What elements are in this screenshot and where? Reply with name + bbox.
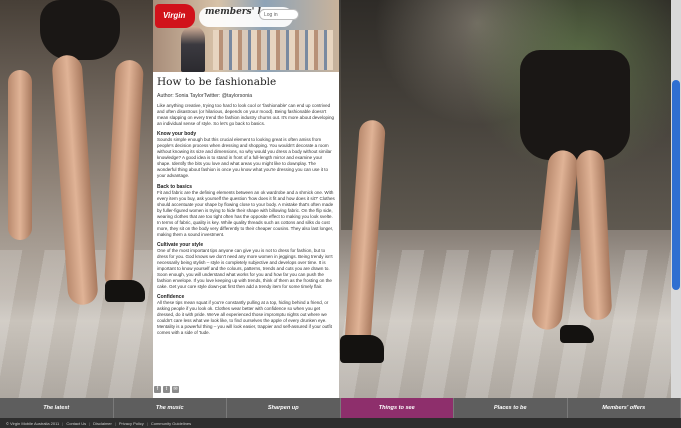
footer-separator: | — [89, 421, 91, 426]
footer-link-contact[interactable]: Contact Us — [66, 421, 86, 428]
banner-clothes-rack — [213, 30, 333, 70]
footer-copyright: © Virgin Mobile Australia 2011 — [6, 421, 60, 426]
nav-item-sharpen-up[interactable]: Sharpen up — [227, 398, 341, 418]
background-figure-shoe — [340, 335, 384, 363]
footer-separator: | — [146, 421, 148, 426]
background-figure-dress — [40, 0, 120, 60]
section-text: One of the most important tips anyone ca… — [157, 247, 333, 290]
background-figure-shoe — [105, 280, 145, 302]
nav-item-the-latest[interactable]: The latest — [0, 398, 114, 418]
virgin-logo[interactable]: Virgin — [155, 4, 195, 28]
email-icon[interactable]: ✉ — [172, 386, 179, 393]
background-photo — [0, 0, 681, 428]
nav-item-things-to-see[interactable]: Things to see — [340, 398, 454, 418]
background-figure-dress — [520, 50, 630, 160]
background-city-lights — [341, 0, 681, 230]
share-icons: f t ✉ — [154, 386, 179, 393]
article-panel: Virgin members' lounge Log in How to be … — [153, 0, 339, 398]
article-author: Author: Sonia TaylorTwitter: @taylorsoni… — [157, 93, 253, 99]
section-text: All these tips mean squat if you're cons… — [157, 300, 332, 336]
facebook-icon[interactable]: f — [154, 386, 161, 393]
header-banner: Virgin members' lounge Log in — [153, 0, 339, 72]
article-body: How to be fashionable Author: Sonia Tayl… — [153, 72, 339, 337]
footer-link-privacy[interactable]: Privacy Policy — [119, 421, 144, 428]
footer-link-disclaimer[interactable]: Disclaimer — [93, 421, 112, 428]
footer-separator: | — [62, 421, 64, 426]
bottom-nav: The latest The music Sharpen up Things t… — [0, 398, 681, 418]
page-scrollbar[interactable] — [671, 0, 681, 398]
scrollbar-thumb[interactable] — [672, 80, 680, 290]
nav-item-members-offers[interactable]: Members' offers — [568, 398, 681, 418]
footer-separator: | — [114, 421, 116, 426]
section-text: Sounds simple enough but this crucial el… — [157, 137, 332, 179]
background-figure-leg — [8, 70, 32, 240]
section-text: Fit and fabric are the defining elements… — [157, 189, 335, 237]
twitter-icon[interactable]: t — [163, 386, 170, 393]
banner-shopper — [181, 26, 205, 72]
footer-link-guidelines[interactable]: Community Guidelines — [151, 421, 191, 428]
article-intro: Like anything creative, trying too hard … — [157, 103, 334, 127]
footer: © Virgin Mobile Australia 2011 | Contact… — [0, 418, 681, 428]
nav-item-the-music[interactable]: The music — [114, 398, 227, 418]
background-figure-shoe — [560, 325, 594, 343]
article-title: How to be fashionable — [157, 76, 277, 88]
nav-item-places-to-be[interactable]: Places to be — [454, 398, 568, 418]
login-button[interactable]: Log in — [259, 9, 299, 20]
